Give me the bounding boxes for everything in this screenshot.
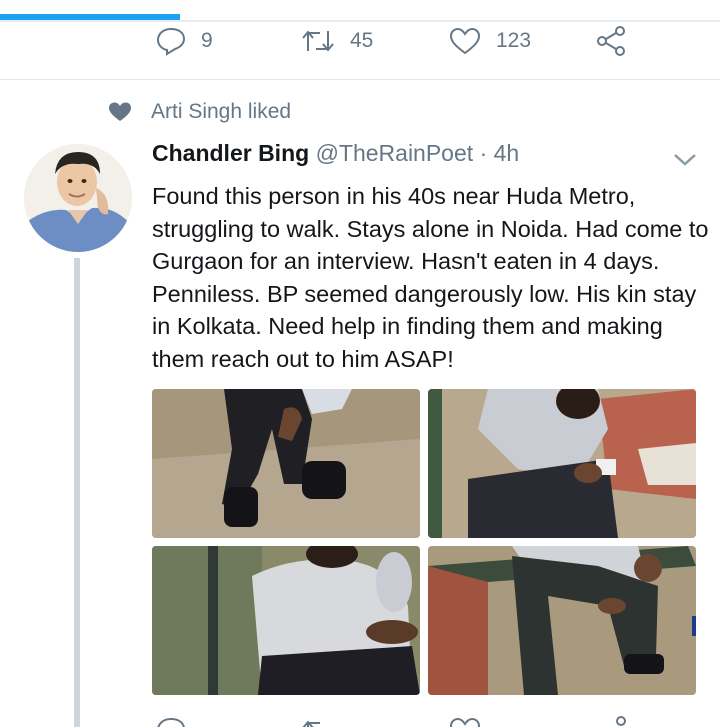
reply-count: 9	[201, 29, 213, 52]
tweet-photo-2[interactable]	[428, 389, 696, 538]
author-name[interactable]: Chandler Bing	[152, 140, 309, 166]
tweet-photo-4[interactable]	[428, 546, 696, 695]
author-handle[interactable]: @TheRainPoet	[316, 140, 474, 166]
share-icon	[616, 716, 626, 726]
tweet-menu-button[interactable]	[672, 150, 698, 173]
tweet-header: Chandler Bing @TheRainPoet · 4h	[152, 140, 519, 167]
tweet-retweet-button[interactable]	[300, 717, 336, 727]
social-context: Arti Singh liked	[108, 100, 291, 124]
tweet-photo-1[interactable]	[152, 389, 420, 538]
retweet-icon	[302, 720, 320, 727]
tweet-photo-3[interactable]	[152, 546, 420, 695]
loading-progress-track	[0, 0, 720, 22]
tweet-divider	[0, 79, 720, 80]
heart-outline-icon	[449, 27, 481, 55]
retweet-count: 45	[350, 29, 374, 52]
heart-icon	[109, 102, 131, 121]
like-button[interactable]: 123	[448, 26, 531, 56]
avatar-photo	[24, 144, 132, 252]
retweet-button[interactable]: 45	[300, 27, 373, 55]
author-avatar[interactable]	[24, 144, 132, 252]
tweet-text: Found this person in his 40s near Huda M…	[152, 183, 709, 372]
like-count: 123	[496, 29, 532, 52]
tweet-share-button[interactable]	[607, 715, 641, 727]
tweet-timestamp[interactable]: 4h	[494, 140, 520, 166]
previous-tweet-actions: 9 45 123	[0, 22, 720, 62]
share-icon	[597, 26, 625, 56]
tweet-media-grid	[152, 389, 696, 695]
tweet-actions	[0, 712, 720, 727]
chevron-down-icon	[674, 154, 696, 166]
thread-line	[74, 258, 80, 727]
retweet-icon	[302, 30, 334, 52]
header-separator: ·	[479, 140, 488, 166]
tweet-reply-button[interactable]	[155, 716, 187, 727]
share-button[interactable]	[595, 25, 629, 57]
social-context-text: Arti Singh liked	[151, 100, 292, 123]
heart-outline-icon	[449, 717, 481, 727]
reply-icon	[157, 717, 185, 727]
reply-icon	[156, 27, 186, 56]
tweet-like-button[interactable]	[448, 716, 482, 727]
reply-button[interactable]: 9	[155, 26, 213, 56]
